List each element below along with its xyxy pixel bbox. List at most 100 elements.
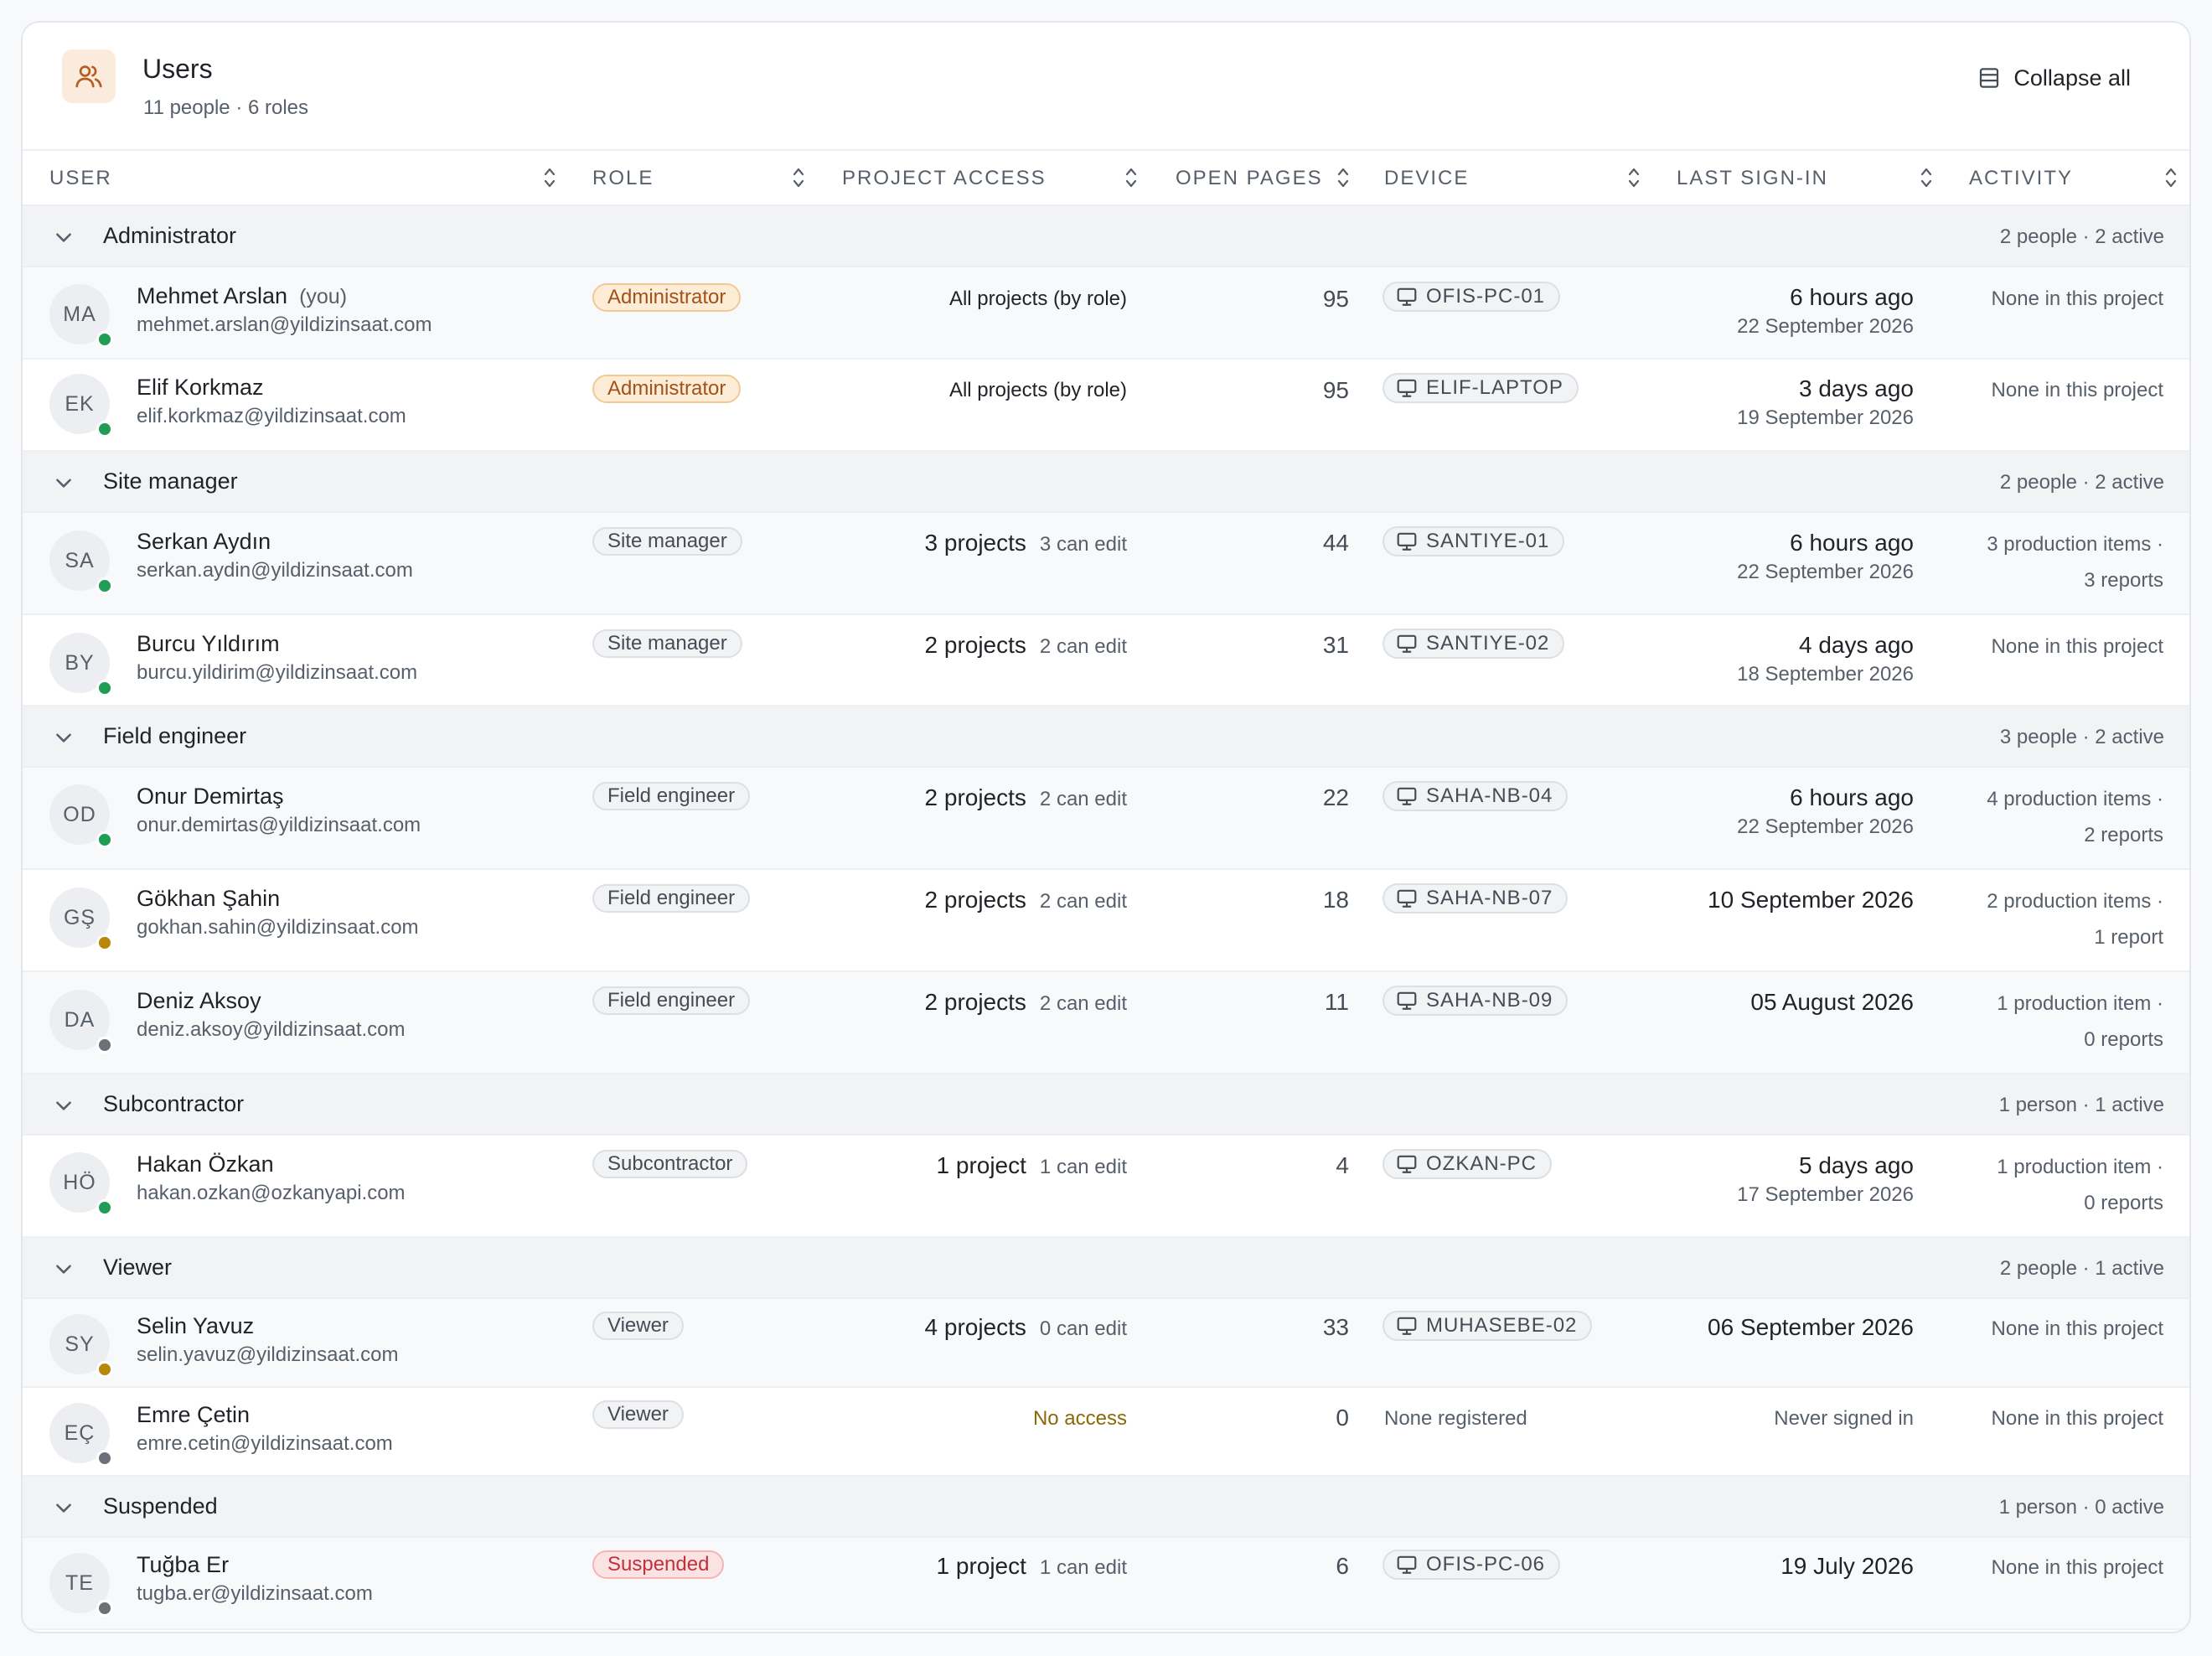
- last-sign-in: 19 July 2026: [1780, 1553, 1914, 1579]
- last-sign-in: 10 September 2026: [1708, 887, 1914, 913]
- column-last-sign-in[interactable]: LAST SIGN-IN: [1677, 151, 1828, 206]
- user-name[interactable]: Emre Çetin: [137, 1402, 250, 1428]
- table-row[interactable]: DA Deniz Aksoy deniz.aksoy@yildizinsaat.…: [23, 972, 2189, 1074]
- group-name: Administrator: [103, 223, 237, 248]
- collapse-all-button[interactable]: Collapse all: [1977, 60, 2131, 96]
- sort-icon[interactable]: [1920, 166, 1933, 189]
- status-dot: [96, 1450, 113, 1467]
- sort-icon[interactable]: [1124, 166, 1138, 189]
- activity: None in this project: [1991, 1407, 2163, 1430]
- group-name: Field engineer: [103, 723, 247, 748]
- role-badge: Field engineer: [592, 986, 751, 1015]
- last-sign-in-date: 22 September 2026: [1737, 561, 1914, 583]
- chevron-down-icon[interactable]: [53, 1497, 75, 1519]
- activity: 2 production items ·: [1987, 890, 2163, 913]
- last-sign-in-date: 18 September 2026: [1737, 663, 1914, 686]
- chevron-down-icon[interactable]: [53, 226, 75, 248]
- user-email: selin.yavuz@yildizinsaat.com: [137, 1343, 399, 1366]
- device-chip: ELIF-LAPTOP: [1382, 373, 1579, 403]
- sort-icon[interactable]: [792, 166, 805, 189]
- panel-header: Users 11 people · 6 roles Collapse all: [23, 23, 2189, 151]
- user-name[interactable]: Gökhan Şahin: [137, 886, 280, 912]
- column-role[interactable]: ROLE: [592, 151, 654, 206]
- avatar: SA: [49, 530, 113, 594]
- group-viewer[interactable]: Viewer 2 people · 1 active: [23, 1238, 2189, 1299]
- page-subtitle: 11 people · 6 roles: [143, 96, 309, 119]
- project-access: 1 project 1 can edit: [936, 1152, 1127, 1178]
- user-email: gokhan.sahin@yildizinsaat.com: [137, 916, 419, 939]
- chevron-down-icon[interactable]: [53, 727, 75, 748]
- activity: None in this project: [1991, 379, 2163, 401]
- table-row[interactable]: HÖ Hakan Özkan hakan.ozkan@ozkanyapi.com…: [23, 1136, 2189, 1238]
- collapse-icon: [1980, 68, 1999, 88]
- group-name: Suspended: [103, 1493, 218, 1519]
- open-pages: 95: [1322, 377, 1349, 403]
- last-sign-in: 6 hours ago: [1790, 784, 1914, 810]
- group-administrator[interactable]: Administrator 2 people · 2 active: [23, 206, 2189, 267]
- table-row[interactable]: EK Elif Korkmaz elif.korkmaz@yildizinsaa…: [23, 360, 2189, 452]
- activity: None in this project: [1991, 1556, 2163, 1579]
- user-email: hakan.ozkan@ozkanyapi.com: [137, 1182, 406, 1204]
- device-chip: SAHA-NB-04: [1382, 781, 1569, 811]
- chevron-down-icon[interactable]: [53, 1095, 75, 1116]
- table-row[interactable]: GŞ Gökhan Şahin gokhan.sahin@yildizinsaa…: [23, 870, 2189, 972]
- avatar: BY: [49, 633, 113, 696]
- table-row[interactable]: BY Burcu Yıldırım burcu.yildirim@yildizi…: [23, 615, 2189, 706]
- role-badge: Administrator: [592, 283, 742, 312]
- group-suspended[interactable]: Suspended 1 person · 0 active: [23, 1477, 2189, 1538]
- user-name[interactable]: Tuğba Er: [137, 1552, 229, 1578]
- user-email: elif.korkmaz@yildizinsaat.com: [137, 405, 406, 427]
- group-name: Subcontractor: [103, 1091, 245, 1116]
- user-name[interactable]: Deniz Aksoy: [137, 988, 261, 1014]
- role-badge: Site manager: [592, 629, 742, 658]
- group-site-manager[interactable]: Site manager 2 people · 2 active: [23, 452, 2189, 513]
- user-name[interactable]: Selin Yavuz: [137, 1313, 254, 1339]
- status-dot: [96, 421, 113, 437]
- role-badge: Viewer: [592, 1312, 684, 1340]
- sort-icon[interactable]: [1336, 166, 1350, 189]
- user-name[interactable]: Onur Demirtaş: [137, 784, 284, 810]
- table-row[interactable]: TE Tuğba Er tugba.er@yildizinsaat.com Su…: [23, 1538, 2189, 1630]
- status-dot: [96, 1600, 113, 1617]
- table-row[interactable]: SA Serkan Aydın serkan.aydin@yildizinsaa…: [23, 513, 2189, 615]
- table-row[interactable]: OD Onur Demirtaş onur.demirtas@yildizins…: [23, 768, 2189, 870]
- device-chip: SAHA-NB-07: [1382, 883, 1569, 913]
- last-sign-in-date: 17 September 2026: [1737, 1183, 1914, 1206]
- group-field-engineer[interactable]: Field engineer 3 people · 2 active: [23, 706, 2189, 768]
- sort-icon[interactable]: [543, 166, 556, 189]
- column-activity[interactable]: ACTIVITY: [1969, 151, 2073, 206]
- column-project-access[interactable]: PROJECT ACCESS: [842, 151, 1047, 206]
- group-subcontractor[interactable]: Subcontractor 1 person · 1 active: [23, 1074, 2189, 1136]
- user-name[interactable]: Serkan Aydın: [137, 529, 271, 555]
- activity-reports: 0 reports: [2084, 1028, 2163, 1051]
- status-dot: [96, 1199, 113, 1216]
- column-user[interactable]: USER: [49, 151, 112, 206]
- sort-icon[interactable]: [2164, 166, 2178, 189]
- monitor-icon: [1396, 1554, 1418, 1576]
- last-sign-in-date: 22 September 2026: [1737, 315, 1914, 338]
- chevron-down-icon[interactable]: [53, 472, 75, 494]
- open-pages: 31: [1322, 632, 1349, 658]
- avatar: SY: [49, 1314, 113, 1378]
- user-name[interactable]: Mehmet Arslan (you): [137, 283, 347, 309]
- avatar: HÖ: [49, 1152, 113, 1216]
- table-row[interactable]: EÇ Emre Çetin emre.cetin@yildizinsaat.co…: [23, 1388, 2189, 1477]
- table-row[interactable]: SY Selin Yavuz selin.yavuz@yildizinsaat.…: [23, 1299, 2189, 1388]
- activity: 1 production item ·: [1997, 992, 2163, 1015]
- user-name[interactable]: Hakan Özkan: [137, 1151, 274, 1177]
- user-name[interactable]: Elif Korkmaz: [137, 375, 264, 401]
- table-row[interactable]: MA Mehmet Arslan (you) mehmet.arslan@yild…: [23, 267, 2189, 360]
- column-device[interactable]: DEVICE: [1384, 151, 1469, 206]
- column-open-pages[interactable]: OPEN PAGES: [1176, 151, 1323, 206]
- chevron-down-icon[interactable]: [53, 1258, 75, 1280]
- page-title: Users: [142, 54, 213, 84]
- monitor-icon: [1396, 530, 1418, 552]
- user-name[interactable]: Burcu Yıldırım: [137, 631, 280, 657]
- group-count: 1 person · 0 active: [1998, 1496, 2164, 1519]
- project-access: 1 project 1 can edit: [936, 1553, 1127, 1579]
- monitor-icon: [1396, 1153, 1418, 1175]
- sort-icon[interactable]: [1627, 166, 1641, 189]
- user-email: onur.demirtas@yildizinsaat.com: [137, 814, 421, 836]
- user-email: emre.cetin@yildizinsaat.com: [137, 1432, 393, 1455]
- activity: None in this project: [1991, 1317, 2163, 1340]
